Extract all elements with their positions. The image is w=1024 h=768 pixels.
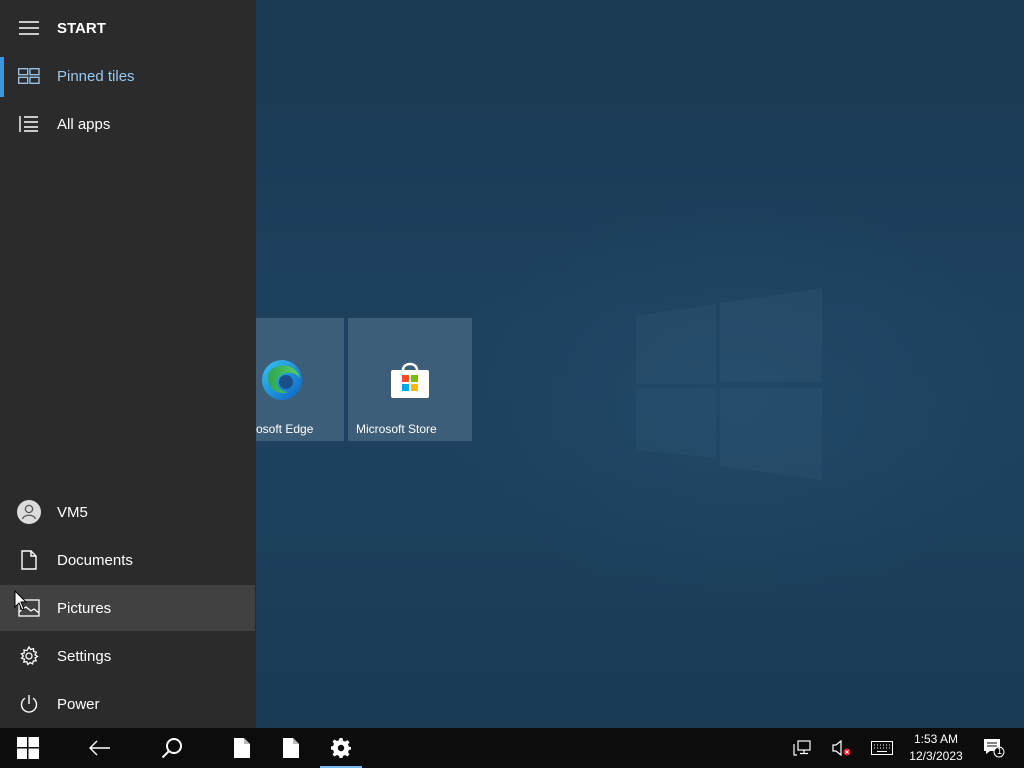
taskbar: 1:53 AM 12/3/2023 1 xyxy=(0,728,1024,768)
nav-label: All apps xyxy=(57,115,111,133)
keyboard-icon xyxy=(871,741,893,755)
nav-label: Pinned tiles xyxy=(57,67,135,85)
search-button[interactable] xyxy=(148,728,196,768)
start-title: START xyxy=(57,19,106,37)
gear-icon xyxy=(331,738,351,758)
place-settings[interactable]: Settings xyxy=(0,633,255,679)
start-icon xyxy=(17,737,39,759)
tray-volume[interactable] xyxy=(820,728,864,768)
start-menu: osoft Edge Microsoft Store START Pinned … xyxy=(0,0,1024,728)
start-button[interactable] xyxy=(4,728,52,768)
list-icon xyxy=(17,112,41,136)
start-header[interactable]: START xyxy=(0,5,255,51)
clock-time: 1:53 AM xyxy=(913,732,959,746)
network-icon xyxy=(793,740,811,756)
nav-pinned-tiles[interactable]: Pinned tiles xyxy=(0,53,255,99)
user-name: VM5 xyxy=(57,503,88,521)
clock-date: 12/3/2023 xyxy=(909,749,963,763)
notification-count: 1 xyxy=(997,746,1003,756)
nav-all-apps[interactable]: All apps xyxy=(0,101,255,147)
hamburger-menu-icon[interactable] xyxy=(17,16,41,40)
place-documents[interactable]: Documents xyxy=(0,537,255,583)
place-label: Pictures xyxy=(57,599,112,617)
search-icon xyxy=(161,738,182,759)
tile-label: osoft Edge xyxy=(256,422,314,436)
taskbar-clock[interactable]: 1:53 AM 12/3/2023 xyxy=(900,730,972,766)
tile-microsoft-edge[interactable]: osoft Edge xyxy=(256,318,344,441)
place-pictures[interactable]: Pictures xyxy=(0,585,255,631)
document-icon xyxy=(17,548,41,572)
tile-label: Microsoft Store xyxy=(356,422,437,436)
document-icon xyxy=(283,738,299,758)
tile-microsoft-store[interactable]: Microsoft Store xyxy=(348,318,472,441)
back-icon xyxy=(89,740,110,756)
action-center-button[interactable]: 1 xyxy=(974,728,1014,768)
tray-keyboard[interactable] xyxy=(860,728,904,768)
start-rail: START Pinned tiles All apps VM5 Document… xyxy=(0,0,256,728)
user-account[interactable]: VM5 xyxy=(0,489,255,535)
document-icon xyxy=(234,738,250,758)
taskbar-app-document-2[interactable] xyxy=(267,728,315,768)
taskbar-app-settings[interactable] xyxy=(320,728,362,768)
user-avatar-icon xyxy=(17,500,41,524)
power-icon xyxy=(17,692,41,716)
tray-network[interactable] xyxy=(780,728,824,768)
place-label: Documents xyxy=(57,551,133,569)
edge-icon xyxy=(262,360,302,400)
back-button[interactable] xyxy=(76,728,124,768)
mouse-cursor-icon xyxy=(14,590,28,611)
place-label: Power xyxy=(57,695,100,713)
volume-muted-icon xyxy=(832,740,851,756)
place-power[interactable]: Power xyxy=(0,681,255,727)
taskbar-app-document-1[interactable] xyxy=(218,728,266,768)
tiles-icon xyxy=(17,64,41,88)
gear-icon xyxy=(17,644,41,668)
store-icon xyxy=(391,362,429,398)
place-label: Settings xyxy=(57,647,112,665)
